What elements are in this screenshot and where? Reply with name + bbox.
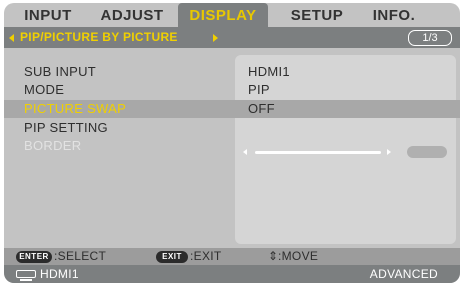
menu-item-sub-input[interactable]: SUB INPUT HDMI1 [4, 63, 460, 81]
menu-item-mode[interactable]: MODE PIP [4, 81, 460, 99]
enter-key-badge: ENTER [16, 251, 52, 263]
submenu-title: PIP/PICTURE BY PICTURE [20, 30, 178, 44]
tab-info[interactable]: INFO. [366, 3, 422, 27]
exit-hint: :EXIT [190, 249, 222, 263]
menu-item-label: BORDER [24, 138, 82, 153]
enter-hint: :SELECT [54, 249, 107, 263]
menu-item-pip-setting[interactable]: PIP SETTING [4, 119, 460, 137]
menu-item-picture-swap[interactable]: PICTURE SWAP OFF [4, 100, 460, 118]
key-hints: ENTER :SELECT EXIT :EXIT ⇕ :MOVE [4, 248, 460, 265]
menu-item-value: PIP [248, 82, 270, 97]
tab-display[interactable]: DISPLAY [178, 3, 268, 27]
tab-adjust[interactable]: ADJUST [92, 3, 172, 27]
current-input: HDMI1 [40, 267, 79, 281]
border-slider [241, 146, 451, 158]
tab-setup[interactable]: SETUP [282, 3, 352, 27]
menu-mode: ADVANCED [369, 267, 438, 281]
hdmi-input-icon [16, 270, 36, 281]
subtitle-bar: PIP/PICTURE BY PICTURE 1/3 [4, 27, 460, 48]
slider-track [255, 151, 381, 154]
tab-input[interactable]: INPUT [18, 3, 78, 27]
menu-item-label: SUB INPUT [24, 64, 97, 79]
up-down-arrow-icon: ⇕ [268, 249, 279, 263]
menu-item-label: MODE [24, 82, 65, 97]
page-indicator: 1/3 [408, 30, 452, 46]
menu-item-value: OFF [248, 101, 275, 116]
menu-item-label: PIP SETTING [24, 120, 108, 135]
menu-item-label: PICTURE SWAP [24, 101, 127, 116]
move-hint: :MOVE [278, 249, 319, 263]
left-triangle-icon[interactable] [9, 34, 14, 42]
slider-right-arrow-icon [387, 149, 391, 155]
exit-key-badge: EXIT [156, 251, 188, 263]
status-bar: HDMI1 ADVANCED [4, 266, 460, 283]
slider-value-box [407, 146, 447, 158]
osd-menu: INPUT ADJUST DISPLAY SETUP INFO. PIP/PIC… [4, 3, 460, 283]
slider-left-arrow-icon [243, 149, 247, 155]
menu-item-value: HDMI1 [248, 64, 290, 79]
bottom-bar: ENTER :SELECT EXIT :EXIT ⇕ :MOVE HDMI1 A… [4, 248, 460, 283]
tab-bar: INPUT ADJUST DISPLAY SETUP INFO. [4, 3, 460, 27]
right-triangle-icon[interactable] [213, 34, 218, 42]
